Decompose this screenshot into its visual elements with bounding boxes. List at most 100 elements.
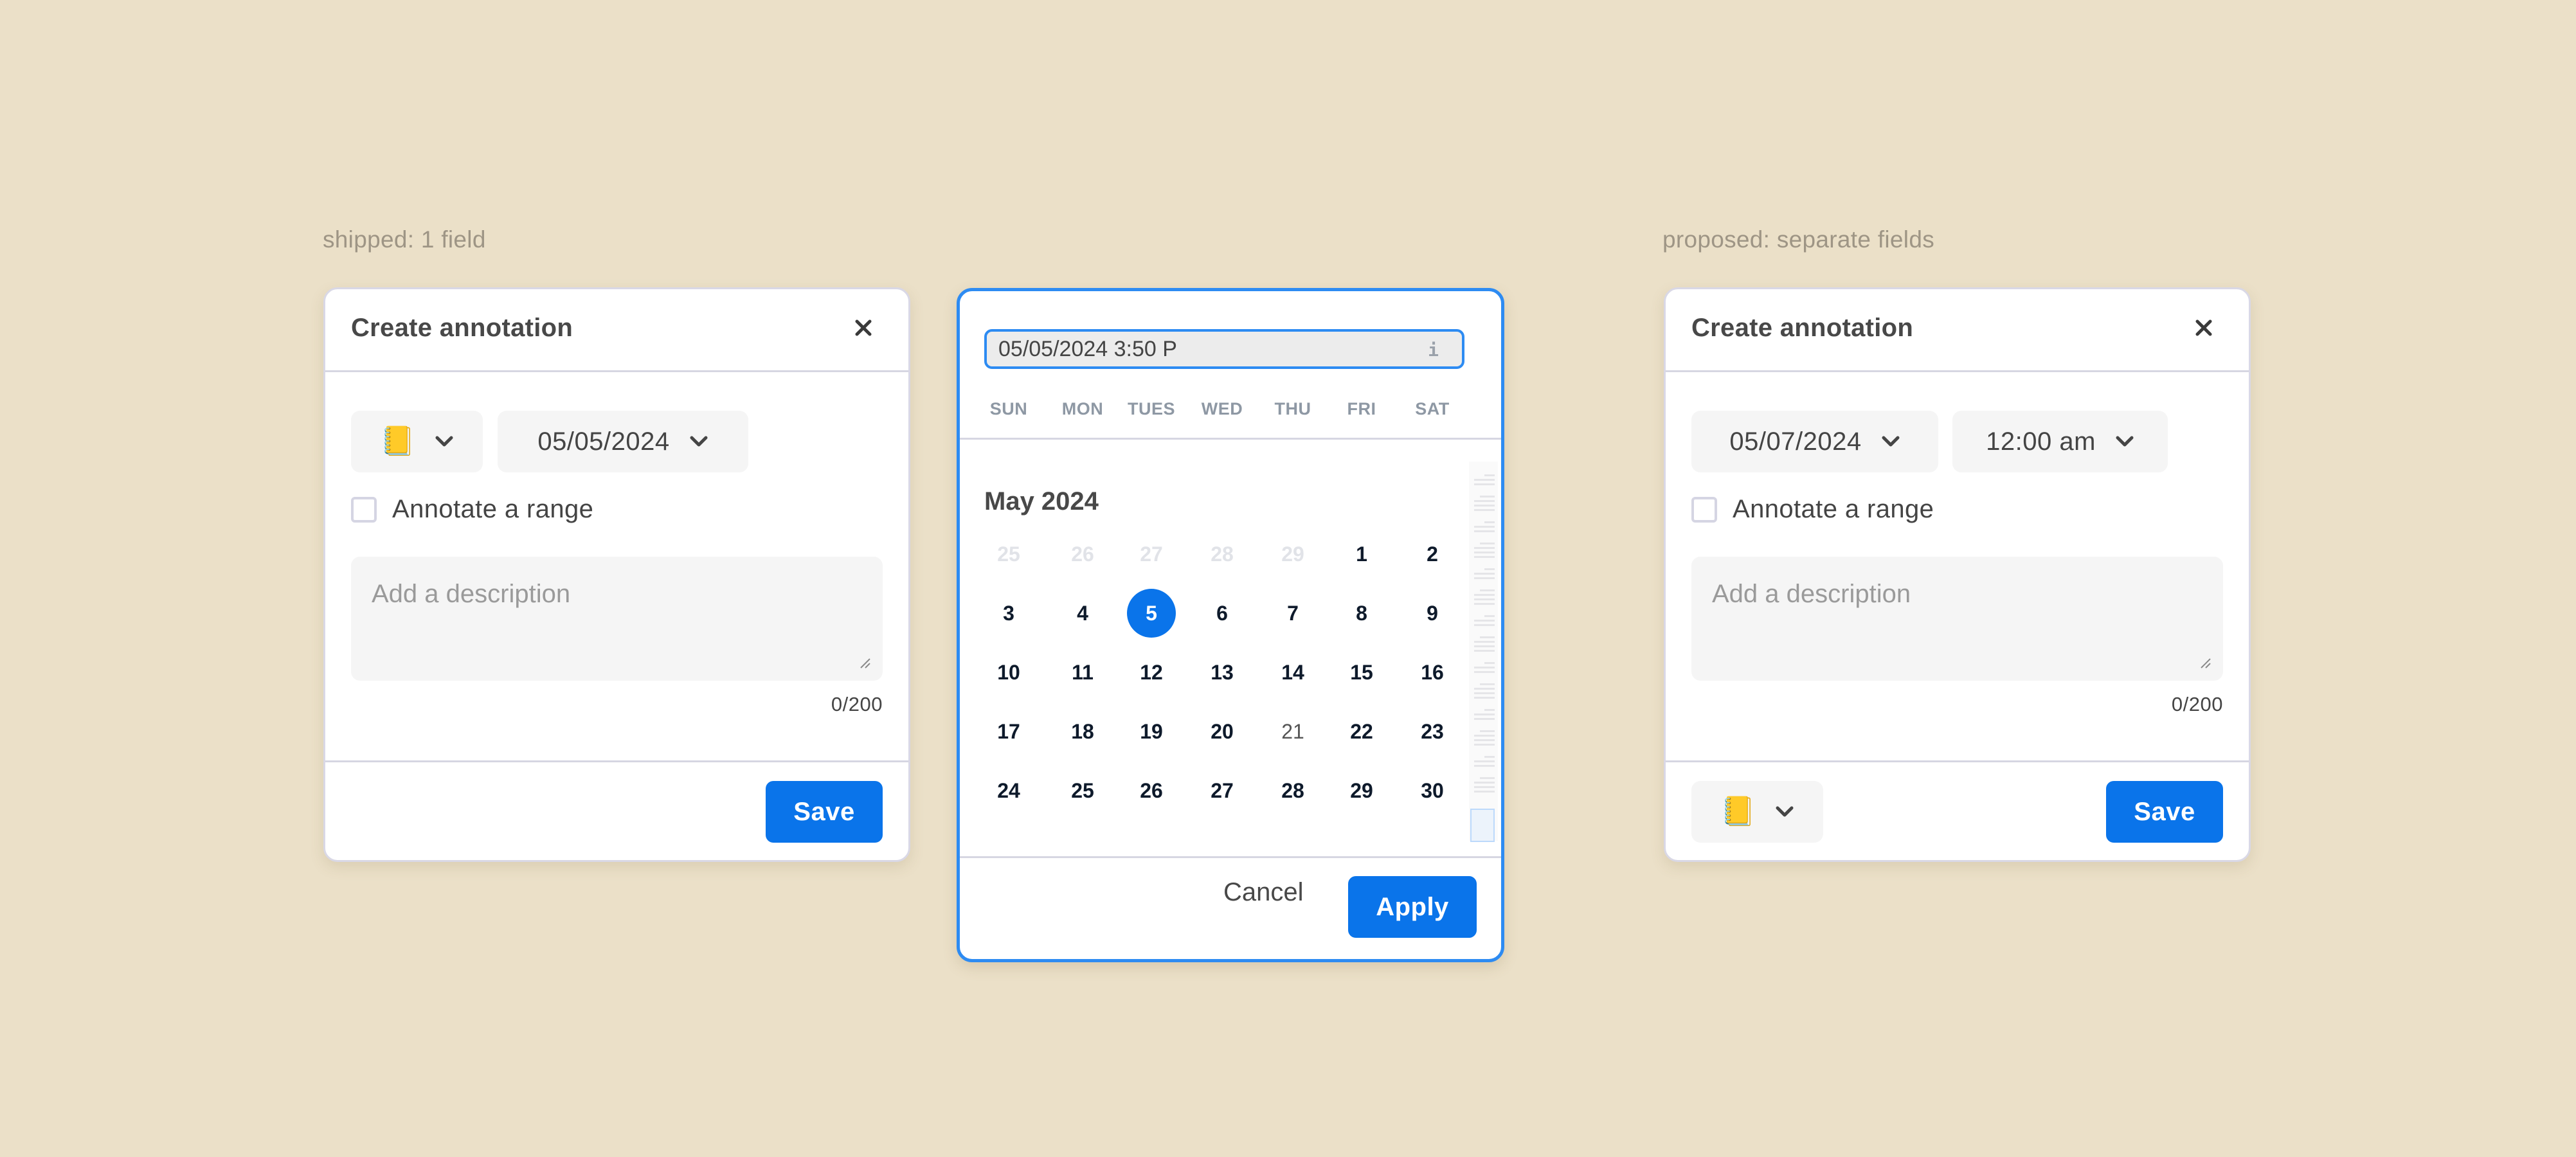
day-cell[interactable]: 7 bbox=[1268, 589, 1317, 638]
day-cell[interactable]: 12 bbox=[1127, 648, 1176, 697]
day-cell[interactable]: 26 bbox=[1127, 766, 1176, 815]
date-select[interactable]: 05/05/2024 bbox=[498, 411, 748, 472]
day-cell[interactable]: 15 bbox=[1337, 648, 1386, 697]
minimap-line bbox=[1484, 568, 1495, 570]
minimap-line bbox=[1474, 603, 1495, 605]
annotate-range-option[interactable]: Annotate a range bbox=[351, 495, 593, 524]
dialog-header: Create annotation bbox=[325, 289, 908, 372]
day-cell[interactable]: 17 bbox=[984, 707, 1033, 756]
day-cell[interactable]: 29 bbox=[1337, 766, 1386, 815]
weekday-label: SUN bbox=[989, 399, 1028, 418]
minimap-line bbox=[1474, 479, 1495, 481]
description-textarea[interactable]: Add a description bbox=[351, 557, 883, 681]
day-cell[interactable]: 23 bbox=[1408, 707, 1457, 756]
day-cell-outside-month[interactable]: 26 bbox=[1058, 530, 1107, 578]
create-annotation-dialog-proposed: Create annotation 05/07/2024 12:00 am An… bbox=[1664, 287, 2251, 862]
cancel-button[interactable]: Cancel bbox=[1223, 878, 1304, 907]
weekday-label: MON bbox=[1061, 399, 1104, 418]
day-cell[interactable]: 30 bbox=[1408, 766, 1457, 815]
minimap-line bbox=[1474, 650, 1495, 652]
day-cell[interactable]: 10 bbox=[984, 648, 1033, 697]
day-cell[interactable]: 14 bbox=[1268, 648, 1317, 697]
minimap-line bbox=[1474, 713, 1495, 715]
minimap-line bbox=[1474, 552, 1495, 553]
chevron-down-icon bbox=[689, 435, 708, 448]
minimap-viewport-handle[interactable] bbox=[1470, 809, 1495, 842]
minimap-line bbox=[1474, 645, 1495, 647]
emoji-select[interactable]: 📒 bbox=[1691, 781, 1823, 843]
dialog-header: Create annotation bbox=[1666, 289, 2249, 372]
weekday-label: THU bbox=[1274, 399, 1311, 418]
minimap-line bbox=[1474, 573, 1495, 575]
day-cell[interactable]: 18 bbox=[1058, 707, 1107, 756]
save-button[interactable]: Save bbox=[766, 781, 883, 843]
minimap-line bbox=[1484, 756, 1495, 758]
day-cell[interactable]: 16 bbox=[1408, 648, 1457, 697]
dialog-title: Create annotation bbox=[1691, 314, 1914, 342]
day-cell[interactable]: 24 bbox=[984, 766, 1033, 815]
minimap-line bbox=[1474, 718, 1495, 720]
close-icon bbox=[2191, 315, 2217, 341]
minimap-line bbox=[1474, 641, 1495, 643]
day-cell-selected[interactable]: 5 bbox=[1127, 589, 1176, 638]
datetime-input-value: 05/05/2024 3:50 P bbox=[998, 336, 1177, 361]
minimap-line bbox=[1474, 483, 1495, 485]
date-select[interactable]: 05/07/2024 bbox=[1691, 411, 1938, 472]
info-icon[interactable]: i bbox=[1428, 339, 1439, 361]
annotate-range-checkbox[interactable] bbox=[351, 496, 377, 523]
day-cell[interactable]: 25 bbox=[1058, 766, 1107, 815]
date-value: 05/05/2024 bbox=[537, 427, 670, 456]
resize-grip-icon[interactable] bbox=[858, 656, 871, 669]
day-cell[interactable]: 3 bbox=[984, 589, 1033, 638]
minimap-line bbox=[1474, 688, 1495, 690]
datetime-input[interactable]: 05/05/2024 3:50 P i bbox=[984, 329, 1464, 369]
day-cell[interactable]: 8 bbox=[1337, 589, 1386, 638]
day-cell[interactable]: 6 bbox=[1198, 589, 1247, 638]
chevron-down-icon bbox=[1775, 805, 1794, 818]
day-cell[interactable]: 11 bbox=[1058, 648, 1107, 697]
day-cell[interactable]: 20 bbox=[1198, 707, 1247, 756]
month-title: May 2024 bbox=[984, 487, 1099, 516]
minimap-line bbox=[1474, 530, 1495, 532]
minimap-line bbox=[1484, 521, 1495, 523]
minimap-line bbox=[1474, 739, 1495, 741]
day-cell[interactable]: 13 bbox=[1198, 648, 1247, 697]
minimap-line bbox=[1474, 760, 1495, 762]
emoji-select[interactable]: 📒 bbox=[351, 411, 483, 472]
day-cell[interactable]: 22 bbox=[1337, 707, 1386, 756]
annotate-range-checkbox[interactable] bbox=[1691, 496, 1717, 523]
annotate-range-label: Annotate a range bbox=[392, 495, 594, 523]
minimap-line bbox=[1474, 505, 1495, 507]
day-cell[interactable]: 28 bbox=[1268, 766, 1317, 815]
footer-divider bbox=[1666, 760, 2249, 762]
resize-grip-icon[interactable] bbox=[2199, 656, 2211, 669]
shipped-caption: shipped: 1 field bbox=[323, 226, 486, 253]
day-cell[interactable]: 4 bbox=[1058, 589, 1107, 638]
save-button[interactable]: Save bbox=[2106, 781, 2223, 843]
apply-button[interactable]: Apply bbox=[1348, 876, 1477, 938]
day-cell-outside-month[interactable]: 25 bbox=[984, 530, 1033, 578]
day-cell[interactable]: 21 bbox=[1268, 707, 1317, 756]
day-cell-outside-month[interactable]: 28 bbox=[1198, 530, 1247, 578]
day-cell-outside-month[interactable]: 27 bbox=[1127, 530, 1176, 578]
description-placeholder: Add a description bbox=[372, 580, 571, 608]
footer-divider bbox=[960, 856, 1501, 858]
weekday-divider bbox=[960, 438, 1501, 440]
minimap-scrollbar[interactable] bbox=[1469, 462, 1498, 842]
day-cell[interactable]: 2 bbox=[1408, 530, 1457, 578]
close-button[interactable] bbox=[851, 315, 876, 341]
annotate-range-option[interactable]: Annotate a range bbox=[1691, 495, 1934, 524]
day-cell-outside-month[interactable]: 29 bbox=[1268, 530, 1317, 578]
minimap-line bbox=[1474, 624, 1495, 626]
day-cell[interactable]: 27 bbox=[1198, 766, 1247, 815]
description-textarea[interactable]: Add a description bbox=[1691, 557, 2223, 681]
day-cell[interactable]: 19 bbox=[1127, 707, 1176, 756]
minimap-line bbox=[1480, 683, 1495, 685]
close-button[interactable] bbox=[2191, 315, 2217, 341]
day-cell[interactable]: 1 bbox=[1337, 530, 1386, 578]
minimap-line bbox=[1474, 667, 1495, 668]
proposed-caption: proposed: separate fields bbox=[1662, 226, 1934, 253]
day-cell[interactable]: 9 bbox=[1408, 589, 1457, 638]
time-select[interactable]: 12:00 am bbox=[1952, 411, 2168, 472]
minimap-line bbox=[1484, 662, 1495, 664]
